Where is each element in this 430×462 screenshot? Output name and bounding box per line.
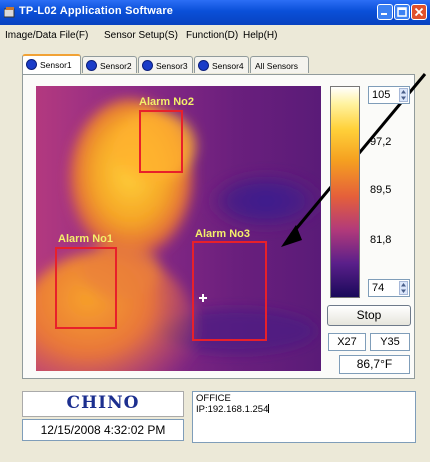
scale-max-value: 105 [372,89,391,101]
minimize-icon [381,13,387,15]
app-window: TP-L02 Application Software Image/Data F… [0,0,430,462]
menu-bar: Image/Data File(F) Sensor Setup(S) Funct… [0,25,430,45]
tab-label: Sensor2 [100,61,132,71]
thermal-image[interactable]: Alarm No2 Alarm No1 Alarm No3 [36,86,321,371]
tab-label: Sensor3 [156,61,188,71]
menu-help[interactable]: Help(H) [243,30,277,41]
spinner-arrows-icon[interactable] [399,281,408,295]
tab-label: All Sensors [255,61,298,71]
scale-tick: 97,2 [370,136,392,148]
alarm-label-2: Alarm No2 [139,96,194,108]
color-scale-bar [330,86,360,298]
temperature-readout: 86,7°F [339,355,410,374]
tab-all-sensors[interactable]: All Sensors [250,56,309,73]
tab-label: Sensor1 [40,60,72,70]
menu-image-data-file[interactable]: Image/Data File(F) [5,30,88,41]
scale-tick: 89,5 [370,184,392,196]
alarm-label-1: Alarm No1 [58,233,113,245]
scale-min-spinner[interactable]: 74 [368,279,410,297]
tab-sensor2[interactable]: Sensor2 [82,56,137,73]
alarm-label-3: Alarm No3 [195,228,250,240]
info-text-area[interactable]: OFFICE IP:192.168.1.254 [192,391,416,443]
stop-button[interactable]: Stop [327,305,411,326]
close-button[interactable] [411,4,427,20]
x-coordinate-readout: X27 [328,333,366,351]
logo-box: CHINO [22,391,184,417]
y-coordinate-readout: Y35 [370,333,410,351]
maximize-button[interactable] [394,4,410,20]
window-title: TP-L02 Application Software [19,5,174,17]
info-line-2: IP:192.168.1.254 [196,404,415,415]
info-ip-text: IP:192.168.1.254 [196,404,269,415]
maximize-icon [397,7,407,17]
datetime-display: 12/15/2008 4:32:02 PM [22,419,184,441]
text-caret [268,404,270,413]
title-bar[interactable]: TP-L02 Application Software [0,0,430,25]
tab-label: Sensor4 [212,61,244,71]
menu-sensor-setup[interactable]: Sensor Setup(S) [104,30,178,41]
info-line-1: OFFICE [196,393,231,404]
blue-circle-icon [26,59,37,70]
scale-tick: 81,8 [370,234,392,246]
color-scale-gradient [331,87,359,297]
chino-logo: CHINO [66,393,140,413]
spinner-arrows-icon[interactable] [399,88,408,102]
minimize-button[interactable] [377,4,393,20]
tab-sensor3[interactable]: Sensor3 [138,56,193,73]
close-icon [414,7,424,17]
tab-sensor1[interactable]: Sensor1 [22,54,81,74]
blue-circle-icon [86,60,97,71]
footer-left: CHINO 12/15/2008 4:32:02 PM [22,391,184,446]
menu-function[interactable]: Function(D) [186,30,238,41]
blue-circle-icon [142,60,153,71]
scale-min-value: 74 [372,282,385,294]
blue-circle-icon [198,60,209,71]
app-icon [4,7,15,18]
tab-sensor4[interactable]: Sensor4 [194,56,249,73]
scale-max-spinner[interactable]: 105 [368,86,410,104]
